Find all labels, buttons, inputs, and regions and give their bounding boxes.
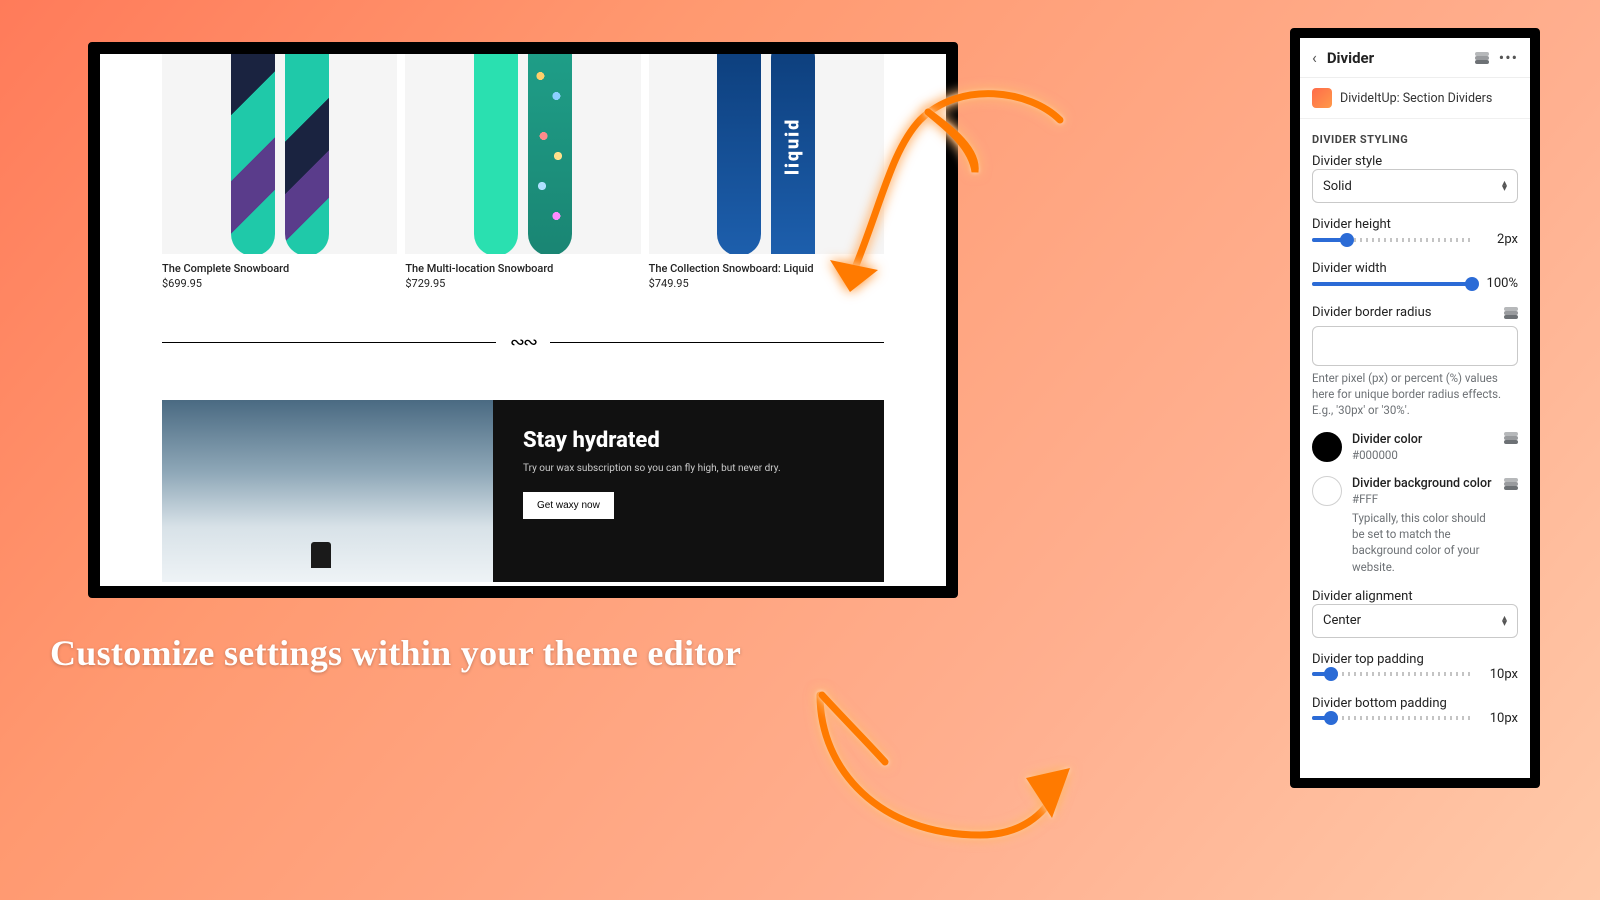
product-card[interactable]: The Multi-location Snowboard $729.95 [405, 54, 640, 290]
chevron-updown-icon: ▴▾ [1502, 616, 1507, 626]
app-attribution[interactable]: DivideItUp: Section Dividers [1300, 78, 1530, 119]
label-bottom-padding: Divider bottom padding [1312, 696, 1518, 711]
layers-icon[interactable] [1504, 432, 1518, 444]
divider-ornament-icon: ∾∾ [510, 332, 536, 353]
field-divider-bgcolor: Divider background color #FFF Typically,… [1300, 476, 1530, 588]
value-divider-width: 100% [1480, 276, 1518, 291]
product-card[interactable]: The Complete Snowboard $699.95 [162, 54, 397, 290]
hero-subtext: Try our wax subscription so you can fly … [523, 463, 854, 474]
field-top-padding: Divider top padding 10px [1300, 652, 1530, 696]
section-divider: ∾∾ [162, 332, 884, 352]
label-border-radius: Divider border radius [1312, 305, 1431, 320]
hero-heading: Stay hydrated [523, 428, 854, 453]
label-divider-style: Divider style [1312, 154, 1518, 169]
slider-divider-width[interactable] [1312, 282, 1472, 286]
color-swatch[interactable] [1312, 432, 1342, 462]
select-divider-alignment[interactable]: Center ▴▾ [1312, 604, 1518, 638]
field-bottom-padding: Divider bottom padding 10px [1300, 696, 1530, 732]
hero-banner: Stay hydrated Try our wax subscription s… [162, 400, 884, 582]
input-border-radius[interactable] [1312, 326, 1518, 366]
back-button[interactable]: ‹ [1312, 48, 1317, 67]
product-image [405, 54, 640, 254]
app-icon [1312, 88, 1332, 108]
field-divider-color: Divider color #000000 [1300, 432, 1530, 476]
layers-icon[interactable] [1475, 52, 1489, 64]
hex-divider-bgcolor: #FFF [1352, 492, 1494, 506]
chevron-updown-icon: ▴▾ [1502, 181, 1507, 191]
select-value: Solid [1323, 179, 1352, 194]
hero-cta-button[interactable]: Get waxy now [523, 492, 614, 519]
slider-top-padding[interactable] [1312, 672, 1472, 676]
field-divider-alignment: Divider alignment Center ▴▾ [1300, 589, 1530, 652]
panel-title: Divider [1327, 49, 1465, 67]
annotation-arrow-bottom [790, 640, 1090, 870]
value-bottom-padding: 10px [1480, 711, 1518, 726]
preview-viewport: The Complete Snowboard $699.95 The Multi… [100, 54, 946, 586]
field-border-radius: Divider border radius Enter pixel (px) o… [1300, 305, 1530, 432]
field-divider-height: Divider height 2px [1300, 217, 1530, 261]
layers-icon[interactable] [1504, 307, 1518, 319]
panel-header: ‹ Divider ••• [1300, 38, 1530, 78]
theme-preview: The Complete Snowboard $699.95 The Multi… [88, 42, 958, 598]
label-divider-color: Divider color [1352, 432, 1494, 447]
product-title: The Collection Snowboard: Liquid [649, 262, 884, 275]
label-divider-bgcolor: Divider background color [1352, 476, 1494, 491]
section-heading: DIVIDER STYLING [1300, 119, 1530, 154]
label-divider-alignment: Divider alignment [1312, 589, 1518, 604]
product-price: $749.95 [649, 277, 884, 290]
label-top-padding: Divider top padding [1312, 652, 1518, 667]
slider-bottom-padding[interactable] [1312, 716, 1472, 720]
label-divider-height: Divider height [1312, 217, 1518, 232]
product-image: liquid [649, 54, 884, 254]
field-divider-style: Divider style Solid ▴▾ [1300, 154, 1530, 217]
color-swatch[interactable] [1312, 476, 1342, 506]
hero-image [162, 400, 493, 582]
product-image [162, 54, 397, 254]
help-divider-bgcolor: Typically, this color should be set to m… [1352, 510, 1494, 574]
select-value: Center [1323, 613, 1361, 628]
label-divider-width: Divider width [1312, 261, 1518, 276]
value-top-padding: 10px [1480, 667, 1518, 682]
theme-editor-panel: ‹ Divider ••• DivideItUp: Section Divide… [1290, 28, 1540, 788]
help-border-radius: Enter pixel (px) or percent (%) values h… [1312, 370, 1518, 418]
layers-icon[interactable] [1504, 478, 1518, 490]
field-divider-width: Divider width 100% [1300, 261, 1530, 305]
product-title: The Multi-location Snowboard [405, 262, 640, 275]
product-card[interactable]: liquid The Collection Snowboard: Liquid … [649, 54, 884, 290]
marketing-caption: Customize settings within your theme edi… [50, 632, 741, 674]
value-divider-height: 2px [1480, 232, 1518, 247]
hex-divider-color: #000000 [1352, 448, 1494, 462]
slider-divider-height[interactable] [1312, 238, 1472, 242]
app-name: DivideItUp: Section Dividers [1340, 91, 1492, 106]
product-grid: The Complete Snowboard $699.95 The Multi… [100, 54, 946, 290]
select-divider-style[interactable]: Solid ▴▾ [1312, 169, 1518, 203]
more-options-icon[interactable]: ••• [1499, 50, 1518, 66]
product-price: $699.95 [162, 277, 397, 290]
product-price: $729.95 [405, 277, 640, 290]
product-title: The Complete Snowboard [162, 262, 397, 275]
